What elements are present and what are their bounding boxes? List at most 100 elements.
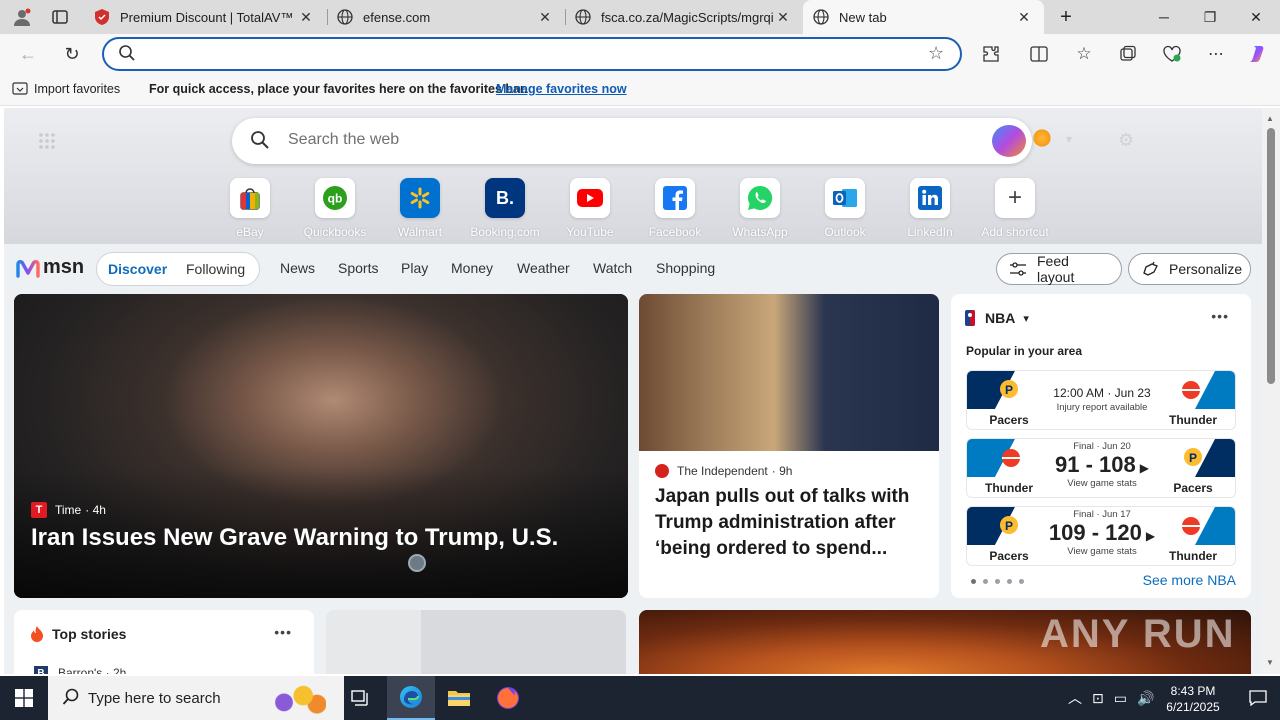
nav-money[interactable]: Money — [451, 260, 493, 276]
close-window-icon[interactable]: ✕ — [1233, 0, 1279, 34]
feed-layout-button[interactable]: Feed layout — [996, 253, 1122, 285]
task-view-icon[interactable] — [336, 676, 384, 720]
firefox-icon[interactable] — [484, 676, 532, 720]
import-favorites-button[interactable]: Import favorites — [12, 82, 120, 96]
carousel-dots[interactable] — [971, 579, 1024, 584]
search-icon — [62, 688, 80, 711]
shortcut-facebook[interactable]: Facebook — [640, 178, 710, 239]
shortcut-ebay[interactable]: eBay — [215, 178, 285, 239]
scroll-up-icon[interactable]: ▲ — [1266, 114, 1274, 123]
refresh-icon[interactable]: ↻ — [60, 42, 84, 66]
page-scrollbar[interactable]: ▲ ▼ — [1262, 108, 1280, 674]
chevron-down-icon: ▾ — [1023, 312, 1029, 325]
shortcut-add[interactable]: + Add shortcut — [980, 178, 1050, 239]
shortcut-quickbooks[interactable]: qb Quickbooks — [300, 178, 370, 239]
game-stats-link[interactable]: View game stats — [1037, 478, 1167, 489]
shortcut-label: Outlook — [824, 225, 866, 239]
nav-news[interactable]: News — [280, 260, 315, 276]
nav-sports[interactable]: Sports — [338, 260, 378, 276]
file-explorer-icon[interactable] — [435, 676, 483, 720]
taskbar-search[interactable]: Type here to search — [48, 676, 344, 720]
scroll-down-icon[interactable]: ▼ — [1266, 658, 1274, 667]
restore-icon[interactable]: ❐ — [1187, 0, 1233, 34]
minimize-icon[interactable]: ─ — [1141, 0, 1187, 34]
address-bar[interactable]: ☆ — [102, 37, 962, 71]
more-options-icon[interactable]: ••• — [1211, 308, 1229, 324]
new-tab-plus-icon[interactable]: + — [1054, 6, 1078, 28]
msn-logo[interactable]: msn — [16, 256, 84, 279]
main-story-card[interactable]: T Time · 4h Iran Issues New Grave Warnin… — [14, 294, 628, 598]
network-drive-icon[interactable]: ⊡ — [1092, 690, 1104, 707]
see-more-nba-link[interactable]: See more NBA — [1143, 572, 1236, 588]
second-story-card[interactable]: The Independent · 9h Japan pulls out of … — [639, 294, 939, 598]
close-tab-icon[interactable]: ✕ — [535, 9, 555, 26]
manage-favorites-link[interactable]: Manage favorites now — [496, 82, 627, 96]
tab-new-tab[interactable]: New tab ✕ — [803, 0, 1044, 34]
favorite-star-icon[interactable]: ☆ — [928, 43, 944, 64]
favorites-icon[interactable]: ☆ — [1072, 42, 1096, 66]
tab-efense[interactable]: efense.com ✕ — [327, 0, 565, 34]
more-options-icon[interactable]: ••• — [274, 624, 292, 640]
web-search-box[interactable]: Search the web — [232, 118, 1032, 164]
independent-logo-icon — [655, 464, 669, 478]
apps-grid-icon[interactable] — [38, 132, 56, 153]
tab-actions-icon[interactable] — [48, 8, 72, 26]
settings-gear-icon[interactable]: ⚙ — [1118, 130, 1134, 151]
shortcut-whatsapp[interactable]: WhatsApp — [725, 178, 795, 239]
nav-watch[interactable]: Watch — [593, 260, 632, 276]
personalize-button[interactable]: Personalize — [1128, 253, 1251, 285]
tab-following[interactable]: Following — [186, 261, 245, 277]
scroll-thumb[interactable] — [1267, 128, 1275, 384]
game-row[interactable]: P 12:00 AM · Jun 23 Injury report availa… — [966, 370, 1236, 430]
collections-icon[interactable] — [1116, 42, 1140, 66]
start-button[interactable] — [0, 676, 48, 720]
profile-avatar[interactable] — [10, 6, 34, 28]
game-stats-link[interactable]: View game stats — [1037, 546, 1167, 557]
close-tab-icon[interactable]: ✕ — [296, 9, 316, 26]
headphones-icon — [408, 554, 426, 572]
nav-weather[interactable]: Weather — [517, 260, 570, 276]
shortcut-linkedin[interactable]: LinkedIn — [895, 178, 965, 239]
network-icon[interactable]: ▭ — [1114, 690, 1127, 707]
top-stories-card: Top stories ••• B Barron's · 2h — [14, 610, 314, 674]
story-source[interactable]: B Barron's · 2h — [34, 666, 126, 674]
second-story-image — [639, 294, 939, 451]
copilot-icon[interactable] — [1246, 42, 1270, 66]
top-stories-header[interactable]: Top stories — [30, 626, 126, 642]
chevron-up-icon[interactable]: ︿ — [1068, 688, 1082, 708]
browser-essentials-icon[interactable] — [1160, 42, 1184, 66]
close-tab-icon[interactable]: ✕ — [1014, 9, 1034, 26]
story-headline[interactable]: Iran Issues New Grave Warning to Trump, … — [31, 524, 558, 552]
shortcut-walmart[interactable]: Walmart — [385, 178, 455, 239]
nav-shopping[interactable]: Shopping — [656, 260, 715, 276]
edge-taskbar-icon[interactable] — [387, 676, 435, 720]
tab-totalav[interactable]: Premium Discount | TotalAV™ ✕ — [84, 0, 326, 34]
tab-fsca[interactable]: fsca.co.za/MagicScripts/mgrqispi.d ✕ — [565, 0, 803, 34]
split-screen-icon[interactable] — [1027, 42, 1051, 66]
taskbar-clock[interactable]: 8:43 PM 6/21/2025 — [1158, 683, 1228, 715]
nav-play[interactable]: Play — [401, 260, 428, 276]
story-headline[interactable]: Japan pulls out of talks with Trump admi… — [655, 484, 927, 562]
paris-copilot-icon[interactable] — [992, 125, 1026, 157]
shortcut-booking[interactable]: B. Booking.com — [470, 178, 540, 239]
hero-banner: Search the web ▾ ⚙ eBay qb Quickbooks Wa… — [4, 108, 1262, 244]
story-age: · 9h — [771, 464, 793, 478]
score-text: 91 - 108 — [1055, 452, 1136, 477]
game-row[interactable]: P Final · Jun 20 91 - 108 ▶ View game sta… — [966, 438, 1236, 498]
nba-header[interactable]: NBA ▾ — [965, 310, 1029, 326]
shortcut-label: WhatsApp — [732, 225, 788, 239]
shortcut-outlook[interactable]: Outlook — [810, 178, 880, 239]
more-menu-icon[interactable]: ⋯ — [1204, 42, 1228, 66]
close-tab-icon[interactable]: ✕ — [773, 9, 793, 26]
volume-icon[interactable]: 🔊 — [1137, 690, 1154, 707]
svg-text:P: P — [1189, 451, 1197, 465]
extensions-icon[interactable] — [979, 42, 1003, 66]
weather-icon[interactable] — [1032, 128, 1052, 148]
address-input[interactable] — [144, 44, 904, 64]
shortcut-youtube[interactable]: YouTube — [555, 178, 625, 239]
weather-temp-chevron-icon[interactable]: ▾ — [1066, 132, 1072, 146]
notification-icon[interactable] — [1236, 676, 1280, 720]
game-row[interactable]: P Final · Jun 17 109 - 120 ▶ View game st… — [966, 506, 1236, 566]
tab-discover[interactable]: Discover — [108, 261, 167, 277]
back-arrow-icon[interactable]: ← — [16, 42, 40, 66]
